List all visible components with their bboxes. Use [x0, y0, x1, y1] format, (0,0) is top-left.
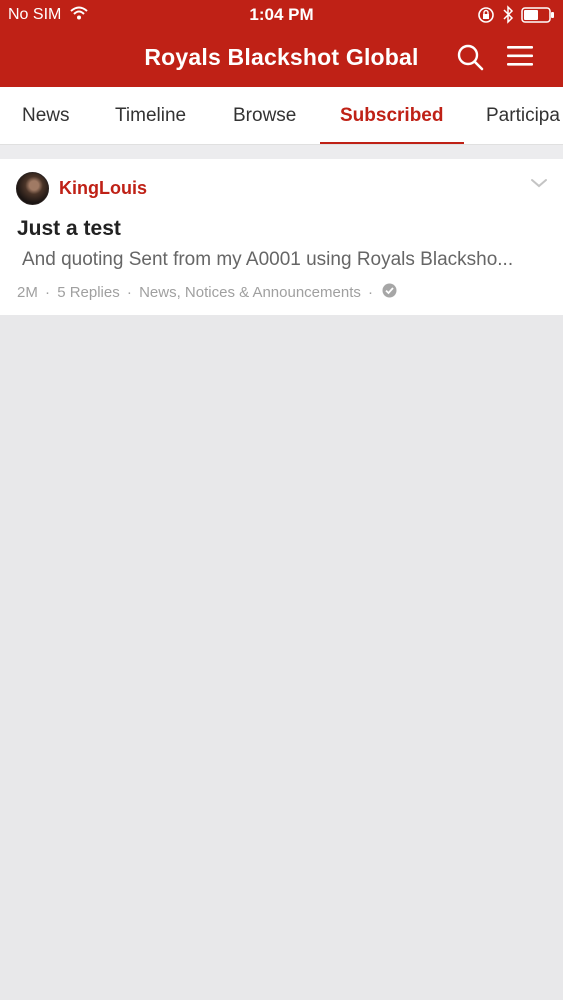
- tab-browse[interactable]: Browse: [233, 87, 296, 144]
- topic-preview: And quoting Sent from my A0001 using Roy…: [22, 249, 514, 270]
- search-icon[interactable]: [456, 43, 484, 76]
- author-name[interactable]: KingLouis: [59, 178, 147, 199]
- check-icon: [382, 283, 397, 302]
- tab-divider: [0, 145, 563, 159]
- tab-subscribed[interactable]: Subscribed: [340, 87, 443, 144]
- app-header: Royals Blackshot Global: [0, 30, 563, 87]
- topic-forum: News, Notices & Announcements: [139, 284, 361, 301]
- tab-news[interactable]: News: [22, 87, 70, 144]
- topic-age: 2M: [17, 284, 38, 301]
- menu-icon[interactable]: [506, 45, 534, 72]
- chevron-down-icon[interactable]: [530, 176, 548, 194]
- meta-separator: ·: [126, 284, 132, 301]
- tab-bar: News Timeline Browse Subscribed Particip…: [0, 87, 563, 145]
- topic-card[interactable]: KingLouis Just a test And quoting Sent f…: [0, 159, 563, 315]
- avatar[interactable]: [16, 172, 49, 205]
- rotation-lock-icon: [477, 6, 495, 29]
- topic-meta: 2M · 5 Replies · News, Notices & Announc…: [17, 283, 397, 302]
- status-bar: No SIM 1:04 PM: [0, 0, 563, 30]
- bluetooth-icon: [502, 5, 514, 29]
- battery-icon: [521, 7, 555, 28]
- tab-timeline[interactable]: Timeline: [115, 87, 186, 144]
- tab-participated[interactable]: Participa: [486, 87, 560, 144]
- app: No SIM 1:04 PM Royals Blackshot Global N…: [0, 0, 563, 1000]
- topic-title[interactable]: Just a test: [17, 217, 121, 241]
- meta-separator: ·: [45, 284, 51, 301]
- topic-replies: 5 Replies: [57, 284, 120, 301]
- meta-separator: ·: [368, 284, 374, 301]
